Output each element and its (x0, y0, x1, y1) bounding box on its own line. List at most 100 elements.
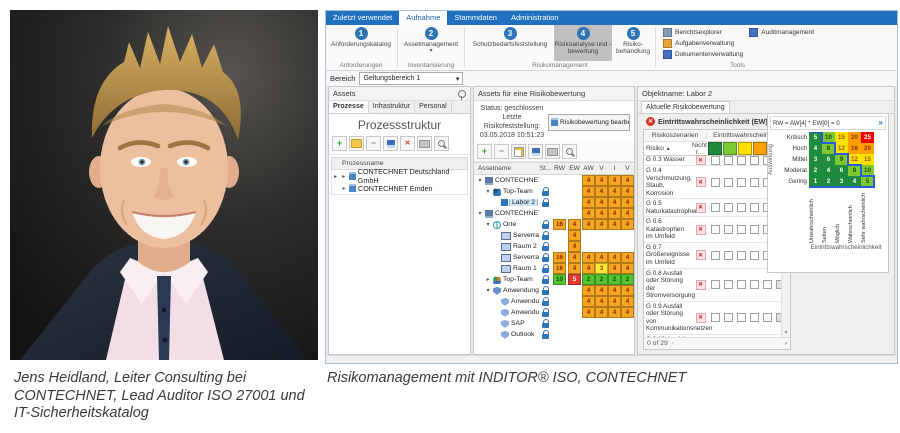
remove-button[interactable]: − (494, 144, 509, 159)
asset-row-contechnet-e[interactable]: ▾CONTECHNET E...4444 (474, 175, 634, 186)
tool-auditmanagement[interactable]: Auditmanagement (749, 28, 814, 37)
scenario-row-g-0-7-gr[interactable]: G 0.7 Großereignisse im Umfeld✕ (644, 243, 782, 269)
expander-icon[interactable]: ▾ (485, 287, 491, 294)
probability-checkbox[interactable] (724, 280, 733, 289)
asset-row-outlook[interactable]: Outlook (474, 329, 634, 340)
asset-row-serverrau[interactable]: Serverrau...4 (474, 230, 634, 241)
not-relevant-marker[interactable]: ✕ (696, 203, 706, 213)
probability-checkbox[interactable] (711, 178, 720, 187)
expand-matrix-icon[interactable]: » (879, 119, 883, 127)
probability-checkbox[interactable] (750, 156, 759, 165)
asset-row-anwendungen[interactable]: ▾Anwendungen4444 (474, 285, 634, 296)
tab-administration[interactable]: Administration (504, 11, 566, 25)
probability-checkbox[interactable] (724, 178, 733, 187)
scenario-row-g-0-3-wa[interactable]: G 0.3 Wasser✕ (644, 155, 782, 166)
expander-icon[interactable]: ▾ (477, 177, 483, 184)
not-relevant-marker[interactable]: ✕ (696, 313, 706, 323)
asset-row-sap[interactable]: SAP (474, 318, 634, 329)
asset-row-orte[interactable]: ▾Orte1644444 (474, 219, 634, 230)
probability-checkbox[interactable] (737, 156, 746, 165)
asset-row-raum-1[interactable]: Raum 11644344 (474, 263, 634, 274)
asset-row-top-team[interactable]: ▾Top-Team4444 (474, 186, 634, 197)
tab-stammdaten[interactable]: Stammdaten (447, 11, 504, 25)
probability-checkbox[interactable] (711, 156, 720, 165)
ribbon-step-assetmanagement[interactable]: 2Assetmanagement▾ (399, 25, 463, 61)
delete-button[interactable]: ✕ (400, 136, 415, 151)
expander-icon[interactable]: ▾ (485, 188, 491, 195)
expander-icon[interactable]: ▸ (341, 185, 347, 192)
probability-checkbox[interactable] (724, 313, 733, 322)
probability-checkbox[interactable] (750, 225, 759, 234)
ribbon-step-risikoanalyse-und-bewertung[interactable]: 4Risikoanalyse und -bewertung (554, 25, 612, 61)
asset-row-raum-2[interactable]: Raum 24 (474, 241, 634, 252)
probability-checkbox[interactable] (711, 251, 720, 260)
probability-checkbox[interactable] (711, 203, 720, 212)
remove-button[interactable]: − (366, 136, 381, 151)
not-relevant-marker[interactable]: ✕ (696, 250, 706, 260)
tool-berichtsexplorer[interactable]: Berichtsexplorer (663, 28, 743, 37)
edit-risk-assessment-button[interactable]: Risikobewertung bearbeiten (548, 114, 630, 131)
add-button[interactable]: + (332, 136, 347, 151)
probability-checkbox[interactable] (724, 225, 733, 234)
not-relevant-marker[interactable]: ✕ (696, 225, 706, 235)
save-button[interactable] (383, 136, 398, 151)
asset-row-anwendu[interactable]: Anwendu...4444 (474, 296, 634, 307)
assets-tab-personal[interactable]: Personal (415, 101, 452, 113)
probability-checkbox[interactable] (737, 251, 746, 260)
print-button[interactable] (417, 136, 432, 151)
asset-row-labor-2[interactable]: Labor 24444 (474, 197, 634, 208)
scenario-row-g-0-5-na[interactable]: G 0.5 Naturkatastrophen✕ (644, 199, 782, 217)
ribbon-step-risiko-behandlung[interactable]: 5Risiko- behandlung (612, 25, 654, 61)
probability-checkbox[interactable] (750, 251, 759, 260)
not-relevant-marker[interactable]: ✕ (696, 177, 706, 187)
probability-checkbox[interactable] (711, 313, 720, 322)
not-relevant-marker[interactable]: ✕ (696, 280, 706, 290)
asset-row-serverrau[interactable]: Serverrau...1644444 (474, 252, 634, 263)
assets-tab-infrastruktur[interactable]: Infrastruktur (369, 101, 415, 113)
probability-checkbox[interactable] (724, 156, 733, 165)
tab-aufnahme[interactable]: Aufnahme (399, 11, 447, 25)
expander-icon[interactable]: ▸ (485, 276, 491, 283)
probability-checkbox[interactable] (763, 313, 772, 322)
probability-checkbox[interactable] (750, 203, 759, 212)
probability-checkbox[interactable] (763, 280, 772, 289)
asset-row-contechnet-d[interactable]: ▾CONTECHNET D...4444 (474, 208, 634, 219)
asset-row-anwendu[interactable]: Anwendu...4444 (474, 307, 634, 318)
new-folder-button[interactable] (349, 136, 364, 151)
ribbon-step-anforderungskatalog[interactable]: 1Anforderungskatalog (326, 25, 396, 61)
page-next-icon[interactable]: › (785, 340, 787, 347)
probability-checkbox[interactable] (750, 280, 759, 289)
probability-checkbox[interactable] (711, 280, 720, 289)
probability-checkbox[interactable] (724, 251, 733, 260)
assets-tab-prozesse[interactable]: Prozesse (329, 101, 369, 113)
expander-icon[interactable]: ▾ (485, 221, 491, 228)
scope-dropdown[interactable]: Geltungsbereich 1 ▾ (359, 72, 463, 85)
scenario-row-g-0-4-ve[interactable]: G 0.4 Verschmutzung, Staub, Korrosion✕ (644, 166, 782, 199)
search-button[interactable] (562, 144, 577, 159)
scroll-down-icon[interactable]: ▼ (784, 330, 789, 336)
edit-button[interactable] (511, 144, 526, 159)
probability-checkbox[interactable] (737, 313, 746, 322)
add-button[interactable]: + (477, 144, 492, 159)
probability-checkbox[interactable] (724, 203, 733, 212)
pin-icon[interactable] (458, 90, 466, 98)
page-prev-icon[interactable]: ‹ (672, 340, 674, 347)
asset-row-top-team[interactable]: ▸Top-Team1052222 (474, 274, 634, 285)
probability-checkbox[interactable] (750, 313, 759, 322)
process-tree-row[interactable]: ▸▸CONTECHNET Deutschland GmbH (332, 170, 467, 182)
not-relevant-marker[interactable]: ✕ (696, 155, 706, 165)
tool-dokumentenverwaltung[interactable]: Dokumentenverwaltung (663, 50, 743, 59)
scenario-row-g-0-9-au[interactable]: G 0.9 Ausfall oder Störung von Kommunika… (644, 302, 782, 335)
probability-checkbox[interactable] (737, 203, 746, 212)
probability-checkbox[interactable] (737, 280, 746, 289)
save-button[interactable] (528, 144, 543, 159)
tab-zuletzt-verwendet[interactable]: Zuletzt verwendet (326, 11, 399, 25)
tab-current-risk-assessment[interactable]: Aktuelle Risikobewertung (641, 101, 730, 113)
ribbon-step-schutzbedarfsfeststellung[interactable]: 3Schutzbedarfsfeststellung (466, 25, 554, 61)
scenario-row-g-0-8-au[interactable]: G 0.8 Ausfall oder Störung der Stromvers… (644, 269, 782, 302)
search-button[interactable] (434, 136, 449, 151)
expander-icon[interactable]: ▸ (341, 173, 347, 180)
expander-icon[interactable]: ▾ (477, 210, 483, 217)
probability-checkbox[interactable] (750, 178, 759, 187)
scenario-row-g-0-6-ka[interactable]: G 0.6 Katastrophen im Umfeld✕ (644, 217, 782, 243)
